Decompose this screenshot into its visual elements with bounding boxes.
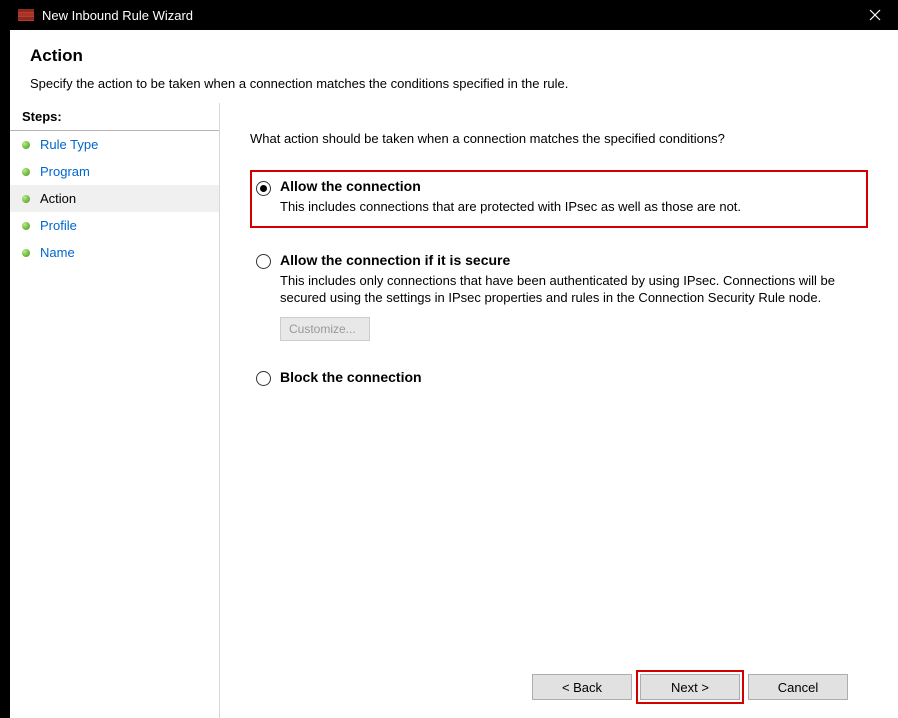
page-subtitle: Specify the action to be taken when a co… xyxy=(30,76,878,91)
close-button[interactable] xyxy=(852,0,898,30)
page-header: Action Specify the action to be taken wh… xyxy=(10,30,898,103)
step-bullet-icon xyxy=(22,141,30,149)
option-block-connection[interactable]: Block the connection xyxy=(250,365,868,393)
step-bullet-icon xyxy=(22,195,30,203)
body-split: Steps: Rule Type Program Action xyxy=(10,103,898,718)
window-title: New Inbound Rule Wizard xyxy=(42,8,852,23)
left-black-bar xyxy=(0,0,10,718)
step-bullet-icon xyxy=(22,222,30,230)
step-label: Name xyxy=(40,245,75,260)
step-label: Program xyxy=(40,164,90,179)
step-bullet-icon xyxy=(22,249,30,257)
step-name[interactable]: Name xyxy=(10,239,219,266)
firewall-icon xyxy=(18,7,34,23)
wizard-window: New Inbound Rule Wizard Action Specify t… xyxy=(10,0,898,718)
steps-sidebar: Steps: Rule Type Program Action xyxy=(10,103,220,718)
radio-allow[interactable] xyxy=(256,181,271,196)
radio-block[interactable] xyxy=(256,371,271,386)
step-bullet-icon xyxy=(22,168,30,176)
option-desc: This includes connections that are prote… xyxy=(280,198,846,216)
option-title: Allow the connection if it is secure xyxy=(280,252,846,268)
footer-buttons: < Back Next > Cancel xyxy=(250,656,868,718)
step-action[interactable]: Action xyxy=(10,185,219,212)
option-desc: This includes only connections that have… xyxy=(280,272,846,307)
step-label: Rule Type xyxy=(40,137,98,152)
prompt-text: What action should be taken when a conne… xyxy=(250,131,868,146)
customize-button: Customize... xyxy=(280,317,370,341)
close-icon xyxy=(869,9,881,21)
option-title: Allow the connection xyxy=(280,178,846,194)
radio-allow-secure[interactable] xyxy=(256,254,271,269)
step-label: Action xyxy=(40,191,76,206)
content-area: Action Specify the action to be taken wh… xyxy=(10,30,898,718)
option-allow-connection[interactable]: Allow the connection This includes conne… xyxy=(250,170,868,228)
options-group: Allow the connection This includes conne… xyxy=(250,170,868,393)
back-button[interactable]: < Back xyxy=(532,674,632,700)
step-rule-type[interactable]: Rule Type xyxy=(10,131,219,158)
option-allow-if-secure[interactable]: Allow the connection if it is secure Thi… xyxy=(250,248,868,345)
main-panel: What action should be taken when a conne… xyxy=(220,103,898,718)
cancel-button[interactable]: Cancel xyxy=(748,674,848,700)
option-title: Block the connection xyxy=(280,369,846,385)
step-program[interactable]: Program xyxy=(10,158,219,185)
steps-header: Steps: xyxy=(10,103,219,131)
step-label: Profile xyxy=(40,218,77,233)
titlebar: New Inbound Rule Wizard xyxy=(10,0,898,30)
next-button[interactable]: Next > xyxy=(640,674,740,700)
page-title: Action xyxy=(30,46,878,66)
step-profile[interactable]: Profile xyxy=(10,212,219,239)
